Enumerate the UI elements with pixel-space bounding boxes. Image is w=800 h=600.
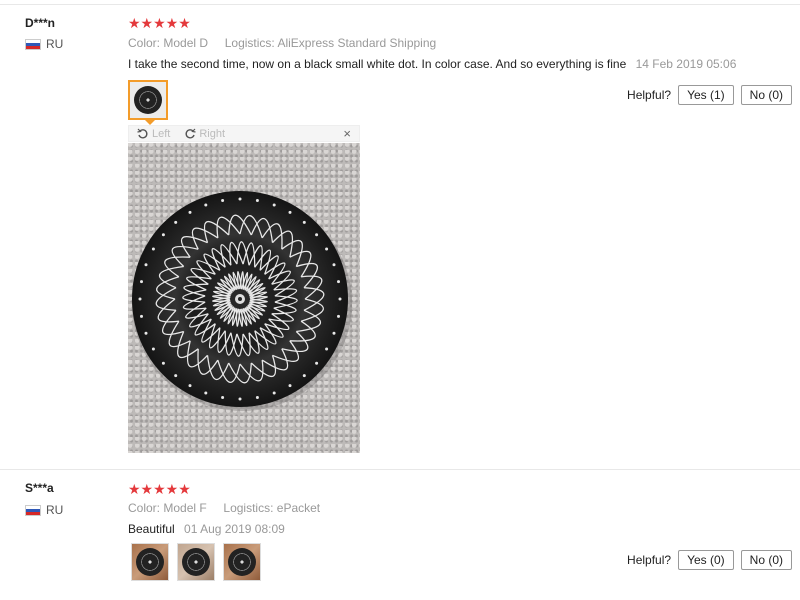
logistics-value: AliExpress Standard Shipping xyxy=(277,36,437,50)
rotate-right-label: Right xyxy=(199,127,226,140)
rotate-right-button[interactable]: Right xyxy=(184,128,225,140)
review-meta: Color: Model D Logistics: AliExpress Sta… xyxy=(128,36,436,50)
review-thumbnails xyxy=(128,80,168,120)
review-photo-thumb[interactable] xyxy=(223,543,261,581)
helpful-controls: Helpful? Yes (0) No (0) xyxy=(627,550,792,570)
plate-photo xyxy=(132,191,352,411)
review-thumbnails xyxy=(131,543,261,581)
rotate-right-icon xyxy=(185,128,196,139)
color-label: Color: xyxy=(128,501,161,515)
helpful-controls: Helpful? Yes (1) No (0) xyxy=(627,85,792,105)
logistics-label: Logistics: xyxy=(224,36,275,50)
review-photo-thumb[interactable] xyxy=(128,80,168,120)
review-date: 01 Aug 2019 08:09 xyxy=(184,522,285,536)
star-rating: ★★★★★ xyxy=(128,481,191,497)
enlarged-review-photo xyxy=(128,143,360,453)
review-text: I take the second time, now on a black s… xyxy=(128,57,627,71)
rotate-left-label: Left xyxy=(152,127,171,140)
review-text-row: Beautiful 01 Aug 2019 08:09 xyxy=(128,522,285,536)
photo-viewer-toolbar: Left Right × xyxy=(128,125,360,142)
color-value: Model D xyxy=(163,36,209,50)
reviewer-country: RU xyxy=(25,503,63,517)
review-photo-thumb[interactable] xyxy=(177,543,215,581)
review-date: 14 Feb 2019 05:06 xyxy=(635,57,737,71)
country-code: RU xyxy=(46,503,64,517)
rotate-left-icon xyxy=(137,128,148,139)
helpful-yes-button[interactable]: Yes (1) xyxy=(678,85,734,105)
reviewer-country: RU xyxy=(25,37,63,51)
star-rating: ★★★★★ xyxy=(128,15,191,31)
rotate-left-button[interactable]: Left xyxy=(137,128,170,140)
review-text-row: I take the second time, now on a black s… xyxy=(128,57,736,71)
helpful-label: Helpful? xyxy=(627,553,672,567)
logistics-label: Logistics: xyxy=(223,501,274,515)
country-code: RU xyxy=(46,37,64,51)
reviewer-name: S***a xyxy=(25,481,54,495)
review-item: S***a RU ★★★★★ Color: Model F Logistics:… xyxy=(0,470,800,600)
helpful-no-button[interactable]: No (0) xyxy=(740,85,792,105)
flag-ru-icon xyxy=(25,504,41,516)
reviewer-name: D***n xyxy=(25,16,56,30)
color-value: Model F xyxy=(163,501,207,515)
color-label: Color: xyxy=(128,36,161,50)
helpful-yes-button[interactable]: Yes (0) xyxy=(678,550,734,570)
review-item: D***n RU ★★★★★ Color: Model D Logistics:… xyxy=(0,5,800,470)
close-icon[interactable]: × xyxy=(343,126,351,141)
logistics-value: ePacket xyxy=(276,501,321,515)
helpful-label: Helpful? xyxy=(627,88,672,102)
flag-ru-icon xyxy=(25,38,41,50)
helpful-no-button[interactable]: No (0) xyxy=(740,550,792,570)
review-text: Beautiful xyxy=(128,522,175,536)
review-meta: Color: Model F Logistics: ePacket xyxy=(128,501,320,515)
review-photo-thumb[interactable] xyxy=(131,543,169,581)
